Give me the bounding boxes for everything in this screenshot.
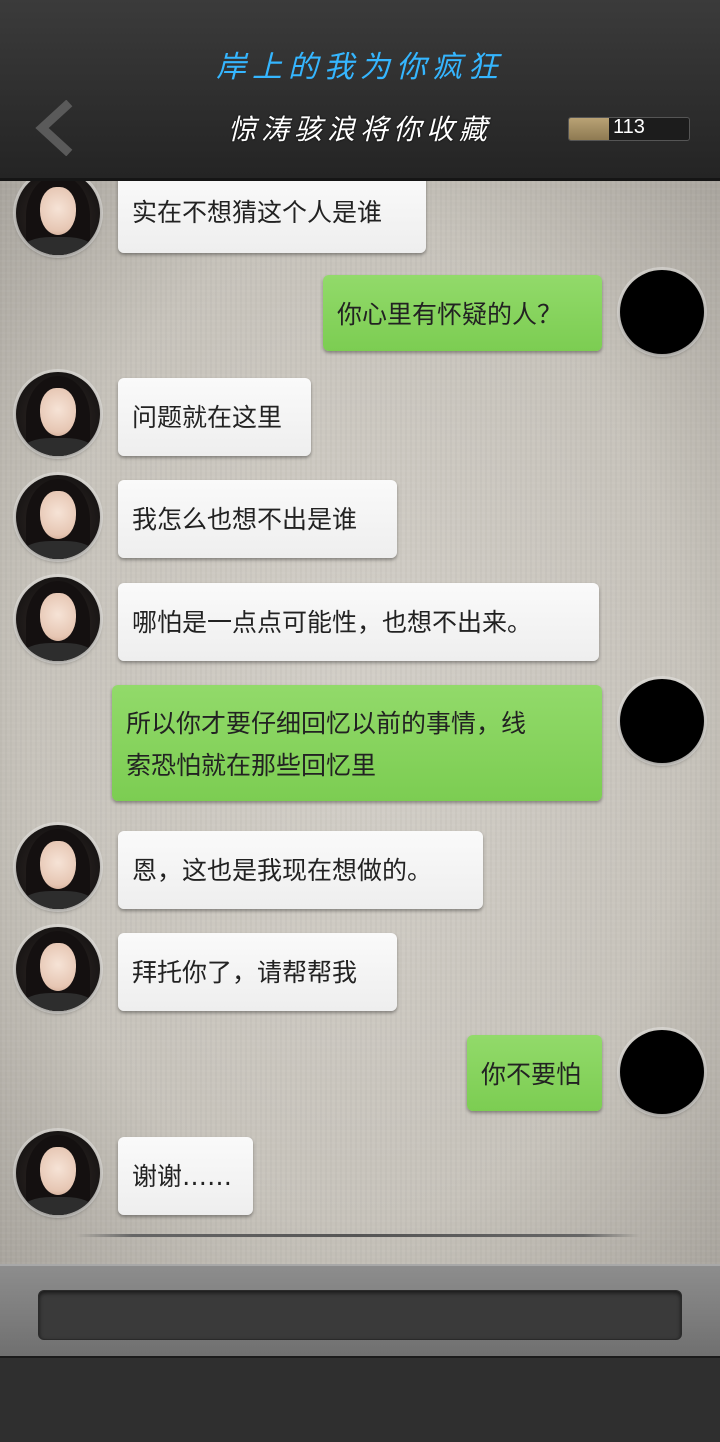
message-text: 你心里有怀疑的人？ bbox=[337, 300, 563, 329]
user-avatar[interactable] bbox=[620, 679, 704, 763]
message-text: 拜托你了，请帮帮我 bbox=[132, 958, 358, 987]
message-bubble-left: 拜托你了，请帮帮我 bbox=[118, 933, 397, 1011]
message-bubble-left: 恩，这也是我现在想做的。 bbox=[118, 831, 483, 909]
bottom-panel bbox=[0, 1356, 720, 1442]
message-text: 谢谢…… bbox=[132, 1162, 233, 1191]
progress-value: 113 bbox=[613, 117, 645, 138]
message-bubble-left: 问题就在这里 bbox=[118, 378, 311, 456]
contact-avatar[interactable] bbox=[16, 372, 100, 456]
message-text: 哪怕是一点点可能性，也想不出来。 bbox=[132, 608, 533, 637]
message-text: 问题就在这里 bbox=[132, 403, 283, 432]
message-text-line2: 索恐怕就在那些回忆里 bbox=[126, 751, 377, 780]
chat-divider bbox=[76, 1234, 640, 1237]
message-input[interactable] bbox=[38, 1290, 682, 1340]
message-bubble-right: 你心里有怀疑的人？ bbox=[323, 275, 602, 351]
chat-area[interactable]: 实在不想猜这个人是谁 你心里有怀疑的人？ 问题就在这里 我怎么也想不出是谁 哪怕… bbox=[0, 181, 720, 1264]
progress-meter: 113 bbox=[568, 117, 690, 141]
header-bar: 岸上的我为你疯狂 惊涛骇浪将你收藏 113 bbox=[0, 0, 720, 181]
conversation-title: 惊涛骇浪将你收藏 bbox=[227, 113, 492, 146]
message-bubble-right: 所以你才要仔细回忆以前的事情，线 索恐怕就在那些回忆里 bbox=[112, 685, 602, 801]
back-button[interactable] bbox=[30, 99, 80, 157]
contact-avatar[interactable] bbox=[16, 181, 100, 255]
contact-avatar[interactable] bbox=[16, 577, 100, 661]
input-bar bbox=[0, 1264, 720, 1358]
message-bubble-left: 哪怕是一点点可能性，也想不出来。 bbox=[118, 583, 599, 661]
user-avatar[interactable] bbox=[620, 270, 704, 354]
user-avatar[interactable] bbox=[620, 1030, 704, 1114]
message-text: 你不要怕 bbox=[481, 1060, 582, 1089]
message-text: 恩，这也是我现在想做的。 bbox=[132, 856, 433, 885]
message-text: 所以你才要仔细回忆以前的事情，线 bbox=[126, 709, 527, 738]
message-text: 我怎么也想不出是谁 bbox=[132, 505, 358, 534]
message-bubble-left: 谢谢…… bbox=[118, 1137, 253, 1215]
message-bubble-left: 实在不想猜这个人是谁 bbox=[118, 181, 426, 253]
contact-avatar[interactable] bbox=[16, 1131, 100, 1215]
contact-avatar[interactable] bbox=[16, 475, 100, 559]
message-text: 实在不想猜这个人是谁 bbox=[132, 198, 383, 227]
contact-avatar[interactable] bbox=[16, 825, 100, 909]
top-title: 岸上的我为你疯狂 bbox=[216, 50, 504, 85]
back-arrow-icon bbox=[35, 99, 73, 157]
message-bubble-left: 我怎么也想不出是谁 bbox=[118, 480, 397, 558]
message-bubble-right: 你不要怕 bbox=[467, 1035, 602, 1111]
contact-avatar[interactable] bbox=[16, 927, 100, 1011]
